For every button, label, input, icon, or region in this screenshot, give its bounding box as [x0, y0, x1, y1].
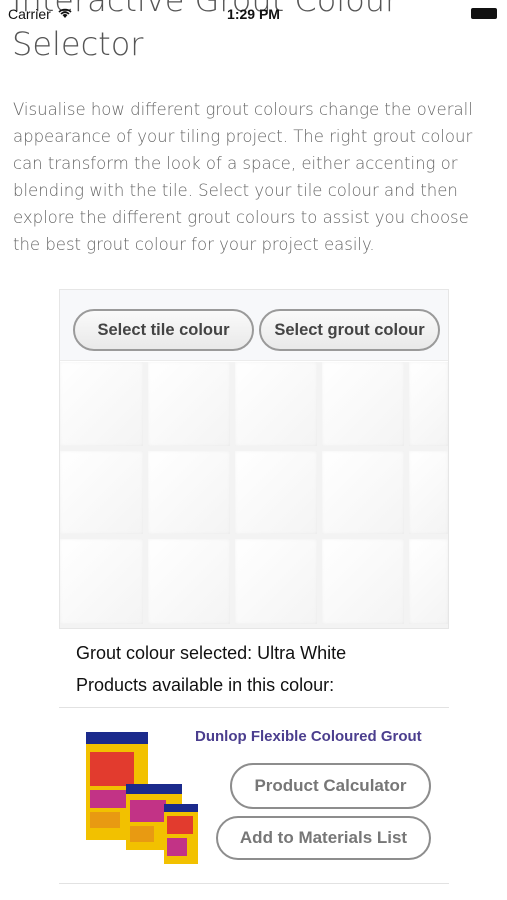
products-available-label: Products available in this colour:	[76, 675, 335, 695]
tile	[60, 539, 143, 624]
clock: 1:29 PM	[227, 6, 280, 22]
tile	[235, 539, 317, 624]
tile	[322, 539, 404, 624]
tile	[148, 362, 230, 446]
tile	[409, 451, 448, 534]
tile	[60, 362, 143, 446]
tile	[60, 451, 143, 534]
tile	[235, 362, 317, 446]
select-tile-colour-button[interactable]: Select tile colour	[73, 309, 254, 351]
intro-text: Visualise how different grout colours ch…	[13, 100, 473, 254]
product-list-item: Dunlop Flexible Coloured Grout Product C…	[59, 707, 449, 884]
tile	[409, 362, 448, 446]
grout-selected-label: Grout colour selected: Ultra White	[76, 643, 347, 663]
tile	[148, 539, 230, 624]
product-calculator-button[interactable]: Product Calculator	[230, 763, 431, 809]
add-to-materials-list-button[interactable]: Add to Materials List	[216, 816, 431, 860]
tile	[409, 539, 448, 624]
tile-preview	[60, 362, 448, 628]
product-name-link[interactable]: Dunlop Flexible Coloured Grout	[195, 728, 422, 745]
tile	[235, 451, 317, 534]
tile	[148, 451, 230, 534]
grout-product-image	[86, 732, 198, 864]
selector-toolbar: Select tile colour Select grout colour	[60, 290, 448, 361]
grout-selector: Select tile colour Select grout colour	[59, 289, 449, 629]
tile	[322, 451, 404, 534]
status-bar: Carrier 1:29 PM	[0, 0, 507, 28]
tile	[322, 362, 404, 446]
battery-icon	[471, 8, 497, 19]
select-grout-colour-button[interactable]: Select grout colour	[259, 309, 440, 351]
